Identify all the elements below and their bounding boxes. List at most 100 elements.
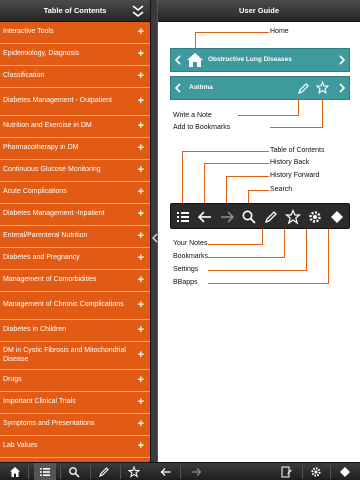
history-forward-button[interactable] bbox=[186, 463, 206, 480]
expand-plus-icon[interactable]: + bbox=[138, 187, 144, 198]
search-button[interactable] bbox=[64, 463, 84, 480]
callout-line bbox=[270, 127, 323, 128]
expand-plus-icon[interactable]: + bbox=[138, 121, 144, 132]
toc-item-label: Classification bbox=[3, 72, 45, 80]
toc-item[interactable]: Drugs + bbox=[0, 370, 150, 392]
toc-item[interactable]: Lab Values + bbox=[0, 436, 150, 458]
callout-history-back: History Back bbox=[270, 159, 310, 166]
expand-plus-icon[interactable]: + bbox=[138, 325, 144, 336]
toc-item[interactable]: Epidemiology, Diagnosis + bbox=[0, 44, 150, 66]
chevron-right-icon bbox=[339, 83, 345, 93]
collapse-chevrons-icon[interactable] bbox=[132, 4, 144, 18]
toc-item[interactable]: Enteral/Parenteral Nutrition + bbox=[0, 226, 150, 248]
toc-item-label: Diabetes in Children bbox=[3, 326, 67, 334]
tab-separator bbox=[120, 465, 121, 479]
list-icon bbox=[40, 468, 50, 476]
expand-plus-icon[interactable]: + bbox=[138, 275, 144, 286]
toc-item-label: Nutrition and Exercise in DM bbox=[3, 122, 92, 130]
toc-item-label: Diabetes Management - Outpatient bbox=[3, 97, 112, 105]
callout-line bbox=[208, 283, 329, 284]
pane-divider[interactable] bbox=[150, 0, 158, 462]
notes-button[interactable] bbox=[94, 463, 114, 480]
expand-plus-icon[interactable]: + bbox=[138, 49, 144, 60]
tab-separator bbox=[330, 465, 331, 479]
callout-bbapps: BBapps bbox=[173, 279, 198, 286]
chevron-left-icon bbox=[175, 83, 181, 93]
callout-history-forward: History Forward bbox=[270, 172, 320, 179]
toc-item[interactable]: Management of Chronic Complications + bbox=[0, 292, 150, 320]
callout-line bbox=[328, 229, 329, 283]
expand-plus-icon[interactable]: + bbox=[138, 209, 144, 220]
expand-plus-icon[interactable]: + bbox=[138, 71, 144, 82]
list-icon bbox=[177, 212, 189, 222]
guide-topic-bar: Asthma bbox=[170, 76, 350, 100]
toc-item[interactable]: Continuous Glucose Monitoring + bbox=[0, 160, 150, 182]
callout-line bbox=[182, 151, 269, 152]
star-icon bbox=[128, 466, 140, 478]
forward-arrow-icon bbox=[221, 211, 235, 223]
toc-item[interactable]: Pharmacotherapy in DM + bbox=[0, 138, 150, 160]
your-notes-button[interactable] bbox=[276, 463, 296, 480]
callout-settings: Settings bbox=[173, 266, 199, 273]
bottom-tab-bar bbox=[0, 462, 360, 480]
table-of-contents-panel: Table of Contents Interactive Tools + Epid… bbox=[0, 0, 150, 462]
callout-line bbox=[204, 163, 205, 203]
callout-line bbox=[298, 100, 299, 115]
expand-plus-icon[interactable]: + bbox=[138, 143, 144, 154]
guide-toolbar bbox=[170, 203, 350, 229]
toc-item-label: Interactive Tools bbox=[3, 28, 54, 36]
toc-item-label: Management of Chronic Complications bbox=[3, 301, 124, 309]
settings-button[interactable] bbox=[306, 463, 326, 480]
tab-separator bbox=[60, 465, 61, 479]
app-window: Table of Contents Interactive Tools + Epid… bbox=[0, 0, 360, 480]
pencil-icon bbox=[264, 211, 277, 224]
toc-item[interactable]: DM in Cystic Fibrosis and Mitochondrial … bbox=[0, 342, 150, 370]
toc-item[interactable]: Acute Complications + bbox=[0, 182, 150, 204]
bookmarks-button[interactable] bbox=[124, 463, 144, 480]
callout-line bbox=[248, 190, 249, 203]
expand-plus-icon[interactable]: + bbox=[138, 165, 144, 176]
expand-plus-icon[interactable]: + bbox=[138, 375, 144, 386]
home-button[interactable] bbox=[5, 463, 25, 480]
toc-item[interactable]: Important Clinical Trials + bbox=[0, 392, 150, 414]
toc-item[interactable]: Diabetes in Children + bbox=[0, 320, 150, 342]
toc-item[interactable]: Symptoms and Presentations + bbox=[0, 414, 150, 436]
toc-item-label: Diabetes Management -Inpatient bbox=[3, 210, 105, 218]
expand-plus-icon[interactable]: + bbox=[138, 253, 144, 264]
expand-plus-icon[interactable]: + bbox=[138, 397, 144, 408]
toc-item-label: Symptoms and Presentations bbox=[3, 420, 95, 428]
forward-arrow-icon bbox=[191, 468, 202, 476]
bbapps-button[interactable] bbox=[335, 463, 355, 480]
callout-table-of-contents: Table of Contents bbox=[270, 147, 325, 154]
table-of-contents-button[interactable] bbox=[34, 463, 56, 480]
gear-icon bbox=[309, 211, 321, 223]
expand-plus-icon[interactable]: + bbox=[138, 27, 144, 38]
toc-item[interactable]: Management of Comorbidities + bbox=[0, 270, 150, 292]
expand-plus-icon[interactable]: + bbox=[138, 96, 144, 107]
expand-plus-icon[interactable]: + bbox=[138, 300, 144, 311]
callout-add-bookmarks: Add to Bookmarks bbox=[173, 124, 231, 131]
expand-plus-icon[interactable]: + bbox=[138, 441, 144, 452]
expand-plus-icon[interactable]: + bbox=[138, 419, 144, 430]
pencil-icon bbox=[298, 83, 309, 94]
expand-plus-icon[interactable]: + bbox=[138, 350, 144, 361]
callout-line bbox=[204, 163, 269, 164]
toc-item[interactable]: Diabetes and Pregnancy + bbox=[0, 248, 150, 270]
callout-home: Home bbox=[270, 28, 289, 35]
toc-item[interactable]: Nutrition and Exercise in DM + bbox=[0, 116, 150, 138]
history-back-button[interactable] bbox=[156, 463, 176, 480]
callout-line bbox=[284, 229, 285, 257]
gear-icon bbox=[311, 467, 321, 477]
toc-item[interactable]: Interactive Tools + bbox=[0, 22, 150, 44]
toc-item[interactable]: Diabetes Management - Outpatient + bbox=[0, 88, 150, 116]
callout-line bbox=[208, 257, 285, 258]
back-arrow-icon bbox=[160, 468, 171, 476]
toc-item-label: Lab Values bbox=[3, 442, 38, 450]
expand-plus-icon[interactable]: + bbox=[138, 231, 144, 242]
tab-separator bbox=[28, 465, 29, 479]
toc-list: Interactive Tools + Epidemiology, Diagnosi… bbox=[0, 22, 150, 462]
toc-item[interactable]: Classification + bbox=[0, 66, 150, 88]
toc-item[interactable]: Diabetes Management -Inpatient + bbox=[0, 204, 150, 226]
chevron-right-icon bbox=[339, 55, 345, 65]
callout-line bbox=[182, 151, 183, 203]
